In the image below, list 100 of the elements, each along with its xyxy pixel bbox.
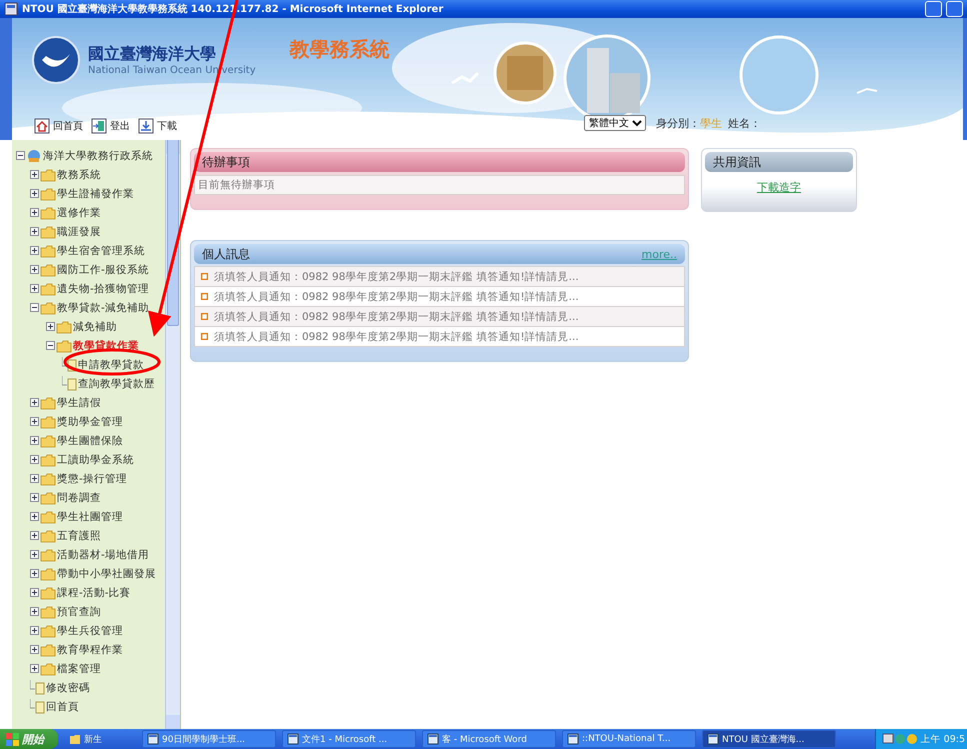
bullet-icon bbox=[201, 273, 208, 280]
tree-item[interactable]: 國防工作-服役系統 bbox=[57, 262, 149, 276]
tree-item[interactable]: 檔案管理 bbox=[57, 662, 101, 676]
folder-icon bbox=[56, 320, 72, 334]
language-select[interactable]: 繁體中文 bbox=[584, 115, 646, 131]
tree-item[interactable]: 遺失物-拾獲物管理 bbox=[57, 282, 149, 296]
tree-item[interactable]: 學生宿舍管理系統 bbox=[57, 244, 145, 258]
page-icon bbox=[62, 376, 77, 391]
taskbar-button[interactable]: 文件1 - Microsoft ... bbox=[282, 730, 416, 748]
taskbar-button[interactable]: 新生 bbox=[64, 730, 136, 748]
tree-item[interactable]: 活動器材-場地借用 bbox=[57, 548, 149, 562]
folder-icon bbox=[40, 206, 56, 220]
tree-item[interactable]: 課程-活動-比賽 bbox=[57, 586, 131, 600]
panel-title: 個人訊息 bbox=[202, 246, 250, 262]
taskbar-button[interactable]: 客 - Microsoft Word bbox=[422, 730, 556, 748]
folder-icon bbox=[40, 396, 56, 410]
expand-icon[interactable] bbox=[30, 588, 39, 597]
tree-item[interactable]: 學生證補發作業 bbox=[57, 186, 134, 200]
expand-icon[interactable] bbox=[30, 607, 39, 616]
exit-icon bbox=[91, 118, 107, 134]
windows-logo-icon bbox=[6, 732, 19, 746]
download-button[interactable]: 下載 bbox=[138, 118, 177, 134]
tree-item[interactable]: 學生團體保險 bbox=[57, 434, 123, 448]
name-label: 姓名： bbox=[728, 116, 761, 130]
tree-item[interactable]: 帶動中小學社團發展 bbox=[57, 566, 156, 580]
tree-item[interactable]: 教學貸款-減免補助 bbox=[57, 300, 149, 314]
expand-icon[interactable] bbox=[30, 227, 39, 236]
maximize-button[interactable] bbox=[946, 1, 963, 17]
tree-item[interactable]: 教務系統 bbox=[57, 168, 101, 182]
tree-item[interactable]: 五育護照 bbox=[57, 528, 101, 542]
tree-item[interactable]: 問卷調查 bbox=[57, 490, 101, 504]
expand-icon[interactable] bbox=[30, 417, 39, 426]
tree-item[interactable]: 申請教學貸款 bbox=[78, 358, 144, 372]
expand-icon[interactable] bbox=[30, 189, 39, 198]
logout-button[interactable]: 登出 bbox=[91, 118, 130, 134]
expand-icon[interactable] bbox=[30, 246, 39, 255]
tree-item[interactable]: 預官查詢 bbox=[57, 604, 101, 618]
expand-icon[interactable] bbox=[30, 569, 39, 578]
tree-item[interactable]: 學生請假 bbox=[57, 396, 101, 410]
download-icon bbox=[138, 118, 154, 134]
tree-item[interactable]: 獎助學金管理 bbox=[57, 414, 123, 428]
folder-icon bbox=[40, 528, 56, 542]
page-icon bbox=[62, 357, 77, 372]
expand-icon[interactable] bbox=[30, 208, 39, 217]
tree-item[interactable]: 教育學程作業 bbox=[57, 642, 123, 656]
tray-icons-drawing bbox=[882, 732, 918, 746]
scrollbar[interactable] bbox=[165, 140, 180, 729]
expand-icon[interactable] bbox=[30, 474, 39, 483]
expand-icon[interactable] bbox=[30, 512, 39, 521]
taskbar-button[interactable]: NTOU 國立臺灣海... bbox=[702, 730, 836, 748]
bullet-icon bbox=[201, 293, 208, 300]
minimize-button[interactable] bbox=[925, 1, 942, 17]
expand-icon[interactable] bbox=[30, 265, 39, 274]
collapse-icon[interactable] bbox=[30, 303, 39, 312]
expand-icon[interactable] bbox=[30, 664, 39, 673]
tree-item[interactable]: 工讀助學金系統 bbox=[57, 452, 134, 466]
expand-icon[interactable] bbox=[30, 493, 39, 502]
tree-item[interactable]: 查詢教學貸款歷 bbox=[78, 376, 155, 390]
clock: 上午 09:5 bbox=[920, 732, 965, 746]
folder-icon bbox=[40, 586, 56, 600]
expand-icon[interactable] bbox=[30, 284, 39, 293]
expand-icon[interactable] bbox=[30, 531, 39, 540]
folder-icon bbox=[40, 642, 56, 656]
folder-icon bbox=[40, 490, 56, 504]
expand-icon[interactable] bbox=[30, 626, 39, 635]
collapse-icon[interactable] bbox=[16, 151, 25, 160]
role-value: 學生 bbox=[700, 116, 722, 130]
tree-item[interactable]: 職涯發展 bbox=[57, 224, 101, 238]
taskbar-button[interactable]: ::NTOU-National T... bbox=[562, 730, 696, 748]
window-icon bbox=[147, 733, 159, 745]
system-title: 教學務系統 bbox=[290, 36, 390, 63]
taskbar-button[interactable]: 90日間學制學士班... bbox=[142, 730, 276, 748]
home-button[interactable]: 回首頁 bbox=[34, 118, 83, 134]
university-name: 國立臺灣海洋大學 bbox=[88, 44, 217, 65]
folder-icon bbox=[40, 472, 56, 486]
expand-icon[interactable] bbox=[46, 322, 55, 331]
tree-item[interactable]: 學生兵役管理 bbox=[57, 624, 123, 638]
bullet-icon bbox=[201, 313, 208, 320]
tree-item[interactable]: 選修作業 bbox=[57, 206, 101, 220]
download-link[interactable]: 下載造字 bbox=[757, 181, 801, 194]
folder-icon bbox=[69, 733, 81, 745]
folder-icon bbox=[40, 414, 56, 428]
collapse-icon[interactable] bbox=[46, 341, 55, 350]
expand-icon[interactable] bbox=[30, 170, 39, 179]
tree-item[interactable]: 獎懲-操行管理 bbox=[57, 472, 127, 486]
tree-item[interactable]: 學生社團管理 bbox=[57, 510, 123, 524]
tree-item[interactable]: 修改密碼 bbox=[46, 680, 90, 694]
expand-icon[interactable] bbox=[30, 455, 39, 464]
folder-icon bbox=[40, 282, 56, 296]
tree-item[interactable]: 回首頁 bbox=[46, 700, 79, 714]
tree-item[interactable]: 海洋大學教務行政系統 bbox=[43, 148, 153, 162]
folder-icon bbox=[40, 452, 56, 466]
expand-icon[interactable] bbox=[30, 436, 39, 445]
expand-icon[interactable] bbox=[30, 645, 39, 654]
tree-item[interactable]: 減免補助 bbox=[73, 320, 117, 334]
window-icon bbox=[707, 733, 719, 745]
page-icon bbox=[30, 680, 45, 695]
expand-icon[interactable] bbox=[30, 550, 39, 559]
expand-icon[interactable] bbox=[30, 398, 39, 407]
start-button[interactable]: 開始 bbox=[0, 729, 58, 749]
